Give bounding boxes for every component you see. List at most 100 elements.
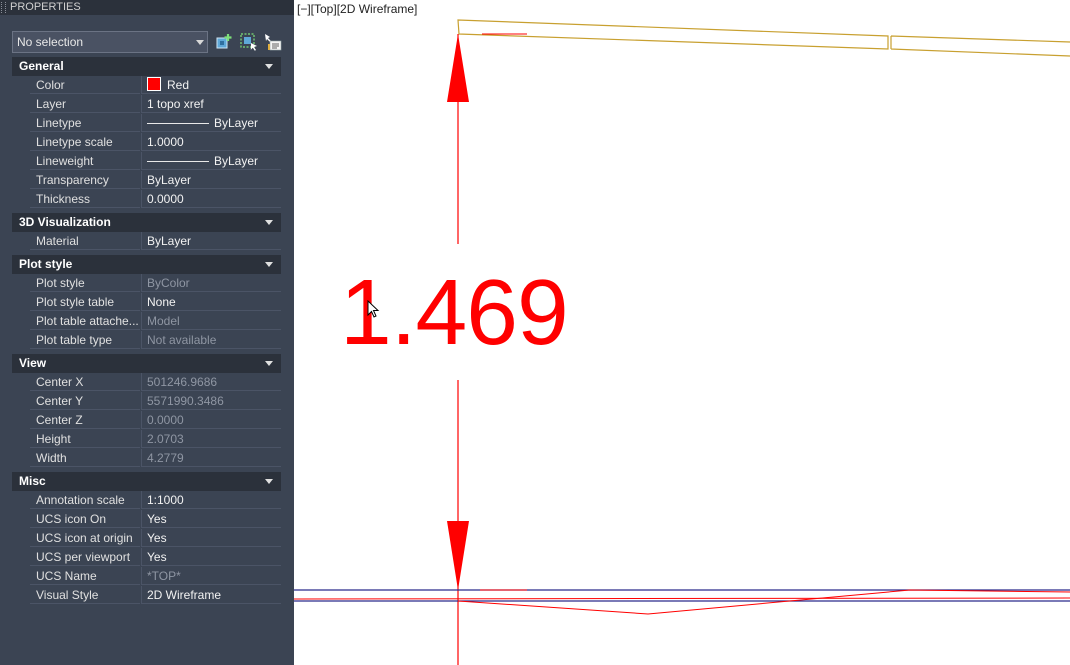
property-value-text: Red	[167, 78, 190, 92]
property-value-text: ByLayer	[214, 116, 259, 130]
property-name: Color	[30, 76, 140, 94]
property-value-text: *TOP*	[147, 569, 181, 583]
property-row[interactable]: Height 2.0703	[12, 430, 281, 449]
category-label: 3D Visualization	[19, 215, 111, 229]
row-gutter	[12, 373, 30, 392]
property-row[interactable]: UCS per viewport Yes	[12, 548, 281, 567]
category-header[interactable]: General	[12, 57, 281, 76]
property-grid: General Color Red Layer 1 topo xref Linetype B…	[12, 57, 281, 605]
property-value-text: 1.0000	[147, 135, 184, 149]
property-row[interactable]: Center Y 5571990.3486	[12, 392, 281, 411]
property-row[interactable]: Plot style table None	[12, 293, 281, 312]
property-value[interactable]: Yes	[141, 529, 281, 547]
property-name: Visual Style	[30, 586, 140, 604]
property-row[interactable]: Center Z 0.0000	[12, 411, 281, 430]
property-value[interactable]: None	[141, 293, 281, 311]
bottom-linework[interactable]	[294, 589, 1070, 615]
property-row[interactable]: Thickness 0.0000	[12, 190, 281, 209]
property-value[interactable]: ByLayer	[141, 152, 281, 170]
property-row[interactable]: Linetype ByLayer	[12, 114, 281, 133]
property-value-text: ByColor	[147, 276, 190, 290]
quick-select-button[interactable]	[263, 32, 283, 52]
category-header[interactable]: Misc	[12, 472, 281, 491]
row-gutter	[12, 114, 30, 133]
linetype-preview	[147, 161, 209, 162]
property-row[interactable]: Plot table type Not available	[12, 331, 281, 350]
property-value[interactable]: Yes	[141, 510, 281, 528]
property-value-text: Yes	[147, 550, 167, 564]
property-row[interactable]: Color Red	[12, 76, 281, 95]
property-row[interactable]: Plot table attache... Model	[12, 312, 281, 331]
category-header[interactable]: 3D Visualization	[12, 213, 281, 232]
property-name: UCS icon On	[30, 510, 140, 528]
property-row[interactable]: Visual Style 2D Wireframe	[12, 586, 281, 605]
property-value-text: 1:1000	[147, 493, 184, 507]
collapse-arrow-icon[interactable]	[265, 479, 273, 484]
property-row[interactable]: Material ByLayer	[12, 232, 281, 251]
linetype-preview	[147, 123, 209, 124]
chevron-down-icon	[196, 40, 204, 45]
property-value[interactable]: 2D Wireframe	[141, 586, 281, 604]
property-row[interactable]: UCS icon at origin Yes	[12, 529, 281, 548]
property-name: Plot table attache...	[30, 312, 140, 330]
property-row[interactable]: Center X 501246.9686	[12, 373, 281, 392]
property-value: Not available	[141, 331, 281, 349]
property-name: UCS icon at origin	[30, 529, 140, 547]
property-value[interactable]: Yes	[141, 548, 281, 566]
property-value[interactable]: Red	[141, 76, 281, 94]
property-value: Model	[141, 312, 281, 330]
category-label: View	[19, 356, 47, 370]
property-name: Linetype	[30, 114, 140, 132]
property-name: Plot style table	[30, 293, 140, 311]
property-row[interactable]: Annotation scale 1:1000	[12, 491, 281, 510]
collapse-arrow-icon[interactable]	[265, 64, 273, 69]
property-row[interactable]: Transparency ByLayer	[12, 171, 281, 190]
property-value-text: None	[147, 295, 176, 309]
property-name: Layer	[30, 95, 140, 113]
property-value: 5571990.3486	[141, 392, 281, 410]
collapse-arrow-icon[interactable]	[265, 220, 273, 225]
property-name: Material	[30, 232, 140, 250]
property-value-text: Model	[147, 314, 180, 328]
property-value-text: 2.0703	[147, 432, 184, 446]
property-value-text: 0.0000	[147, 192, 184, 206]
select-objects-button[interactable]	[239, 32, 259, 52]
property-value-text: Yes	[147, 531, 167, 545]
selection-dropdown[interactable]: No selection	[12, 31, 208, 53]
toggle-pickadd-button[interactable]	[215, 32, 235, 52]
collapse-arrow-icon[interactable]	[265, 361, 273, 366]
collapse-arrow-icon[interactable]	[265, 262, 273, 267]
property-value[interactable]: 1:1000	[141, 491, 281, 509]
category-header[interactable]: Plot style	[12, 255, 281, 274]
property-name: Lineweight	[30, 152, 140, 170]
property-row[interactable]: Lineweight ByLayer	[12, 152, 281, 171]
property-value: *TOP*	[141, 567, 281, 585]
color-swatch	[147, 77, 161, 91]
property-value-text: ByLayer	[147, 234, 192, 248]
boundary-polyline[interactable]	[457, 19, 1070, 57]
property-row[interactable]: UCS Name *TOP*	[12, 567, 281, 586]
property-value: 2.0703	[141, 430, 281, 448]
property-value[interactable]: ByLayer	[141, 114, 281, 132]
row-gutter	[12, 411, 30, 430]
property-value[interactable]: 1.0000	[141, 133, 281, 151]
category-spacer	[12, 251, 281, 254]
property-row[interactable]: Width 4.2779	[12, 449, 281, 468]
properties-palette: PROPERTIES No selection General Color Red L…	[0, 0, 294, 665]
category-spacer	[12, 468, 281, 471]
property-row[interactable]: Linetype scale 1.0000	[12, 133, 281, 152]
property-row[interactable]: UCS icon On Yes	[12, 510, 281, 529]
property-value: 4.2779	[141, 449, 281, 467]
row-gutter	[12, 152, 30, 171]
property-row[interactable]: Plot style ByColor	[12, 274, 281, 293]
property-value[interactable]: ByLayer	[141, 232, 281, 250]
row-gutter	[12, 232, 30, 251]
category-header[interactable]: View	[12, 354, 281, 373]
row-gutter	[12, 171, 30, 190]
property-value[interactable]: 0.0000	[141, 190, 281, 208]
palette-title-bar[interactable]: PROPERTIES	[0, 0, 294, 15]
property-value[interactable]: 1 topo xref	[141, 95, 281, 113]
grip-handle-icon[interactable]	[1, 2, 6, 13]
property-row[interactable]: Layer 1 topo xref	[12, 95, 281, 114]
property-value[interactable]: ByLayer	[141, 171, 281, 189]
